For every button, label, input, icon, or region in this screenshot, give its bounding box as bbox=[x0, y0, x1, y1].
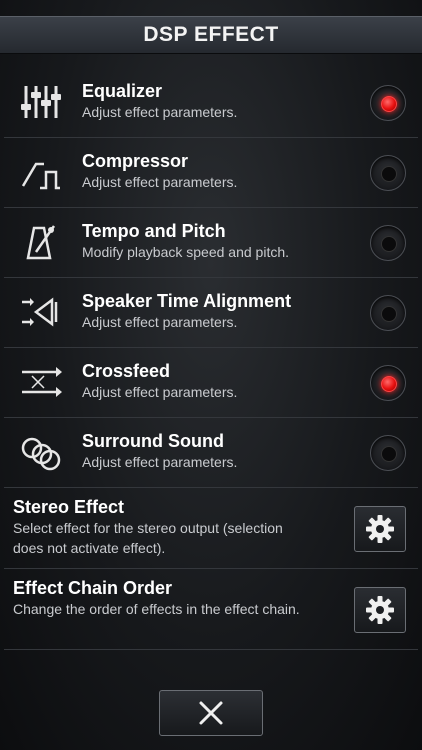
toggle-indicator bbox=[381, 376, 397, 392]
effect-title: Compressor bbox=[82, 151, 189, 171]
effect-row-equalizer[interactable]: Equalizer Adjust effect parameters. bbox=[4, 68, 418, 138]
effect-title: Crossfeed bbox=[82, 361, 171, 381]
metronome-icon bbox=[26, 225, 56, 260]
page-title: DSP EFFECT bbox=[143, 23, 279, 46]
toggle-indicator bbox=[381, 166, 397, 182]
close-button[interactable] bbox=[159, 690, 263, 736]
effect-title: Surround Sound bbox=[82, 431, 224, 451]
toggle-indicator bbox=[381, 446, 397, 462]
effect-subtitle: Modify playback speed and pitch. bbox=[82, 244, 290, 260]
effect-title: Speaker Time Alignment bbox=[82, 291, 292, 311]
setting-title: Effect Chain Order bbox=[13, 578, 173, 598]
effect-chain-settings-button[interactable] bbox=[354, 587, 406, 633]
effect-title: Tempo and Pitch bbox=[82, 221, 226, 241]
compressor-curve-icon bbox=[21, 162, 60, 190]
effect-row-compressor[interactable]: Compressor Adjust effect parameters. bbox=[4, 138, 418, 208]
effects-list: Equalizer Adjust effect parameters. Comp… bbox=[0, 68, 422, 650]
toggle-indicator bbox=[381, 236, 397, 252]
speaker-alignment-icon bbox=[22, 297, 58, 327]
equalizer-toggle[interactable] bbox=[370, 85, 406, 121]
toggle-indicator bbox=[381, 96, 397, 112]
header-bar: DSP EFFECT bbox=[0, 16, 422, 54]
setting-title: Stereo Effect bbox=[13, 497, 125, 517]
equalizer-sliders-icon bbox=[21, 86, 61, 118]
effect-row-tempo-pitch[interactable]: Tempo and Pitch Modify playback speed an… bbox=[4, 208, 418, 278]
effect-subtitle: Adjust effect parameters. bbox=[82, 384, 238, 400]
surround-rings-icon bbox=[21, 437, 61, 471]
gear-icon bbox=[366, 596, 394, 624]
effect-row-crossfeed[interactable]: Crossfeed Adjust effect parameters. bbox=[4, 348, 418, 418]
toggle-indicator bbox=[381, 306, 397, 322]
setting-subtitle: Select effect for the stereo output (sel… bbox=[13, 520, 283, 556]
crossfeed-arrows-icon bbox=[22, 367, 62, 397]
gear-icon bbox=[366, 515, 394, 543]
effect-subtitle: Adjust effect parameters. bbox=[82, 104, 238, 120]
effect-title: Equalizer bbox=[82, 81, 163, 101]
crossfeed-toggle[interactable] bbox=[370, 365, 406, 401]
effect-subtitle: Adjust effect parameters. bbox=[82, 174, 238, 190]
settings-row-effect-chain-order[interactable]: Effect Chain Order Change the order of e… bbox=[4, 569, 418, 650]
effect-subtitle: Adjust effect parameters. bbox=[82, 314, 238, 330]
speaker-alignment-toggle[interactable] bbox=[370, 295, 406, 331]
setting-subtitle: Change the order of effects in the effec… bbox=[13, 601, 300, 617]
effect-row-surround-sound[interactable]: Surround Sound Adjust effect parameters. bbox=[4, 418, 418, 488]
tempo-pitch-toggle[interactable] bbox=[370, 225, 406, 261]
settings-row-stereo-effect[interactable]: Stereo Effect Select effect for the ster… bbox=[4, 488, 418, 569]
close-icon bbox=[199, 701, 223, 725]
surround-sound-toggle[interactable] bbox=[370, 435, 406, 471]
effect-row-speaker-time-alignment[interactable]: Speaker Time Alignment Adjust effect par… bbox=[4, 278, 418, 348]
stereo-effect-settings-button[interactable] bbox=[354, 506, 406, 552]
compressor-toggle[interactable] bbox=[370, 155, 406, 191]
effect-subtitle: Adjust effect parameters. bbox=[82, 454, 238, 470]
